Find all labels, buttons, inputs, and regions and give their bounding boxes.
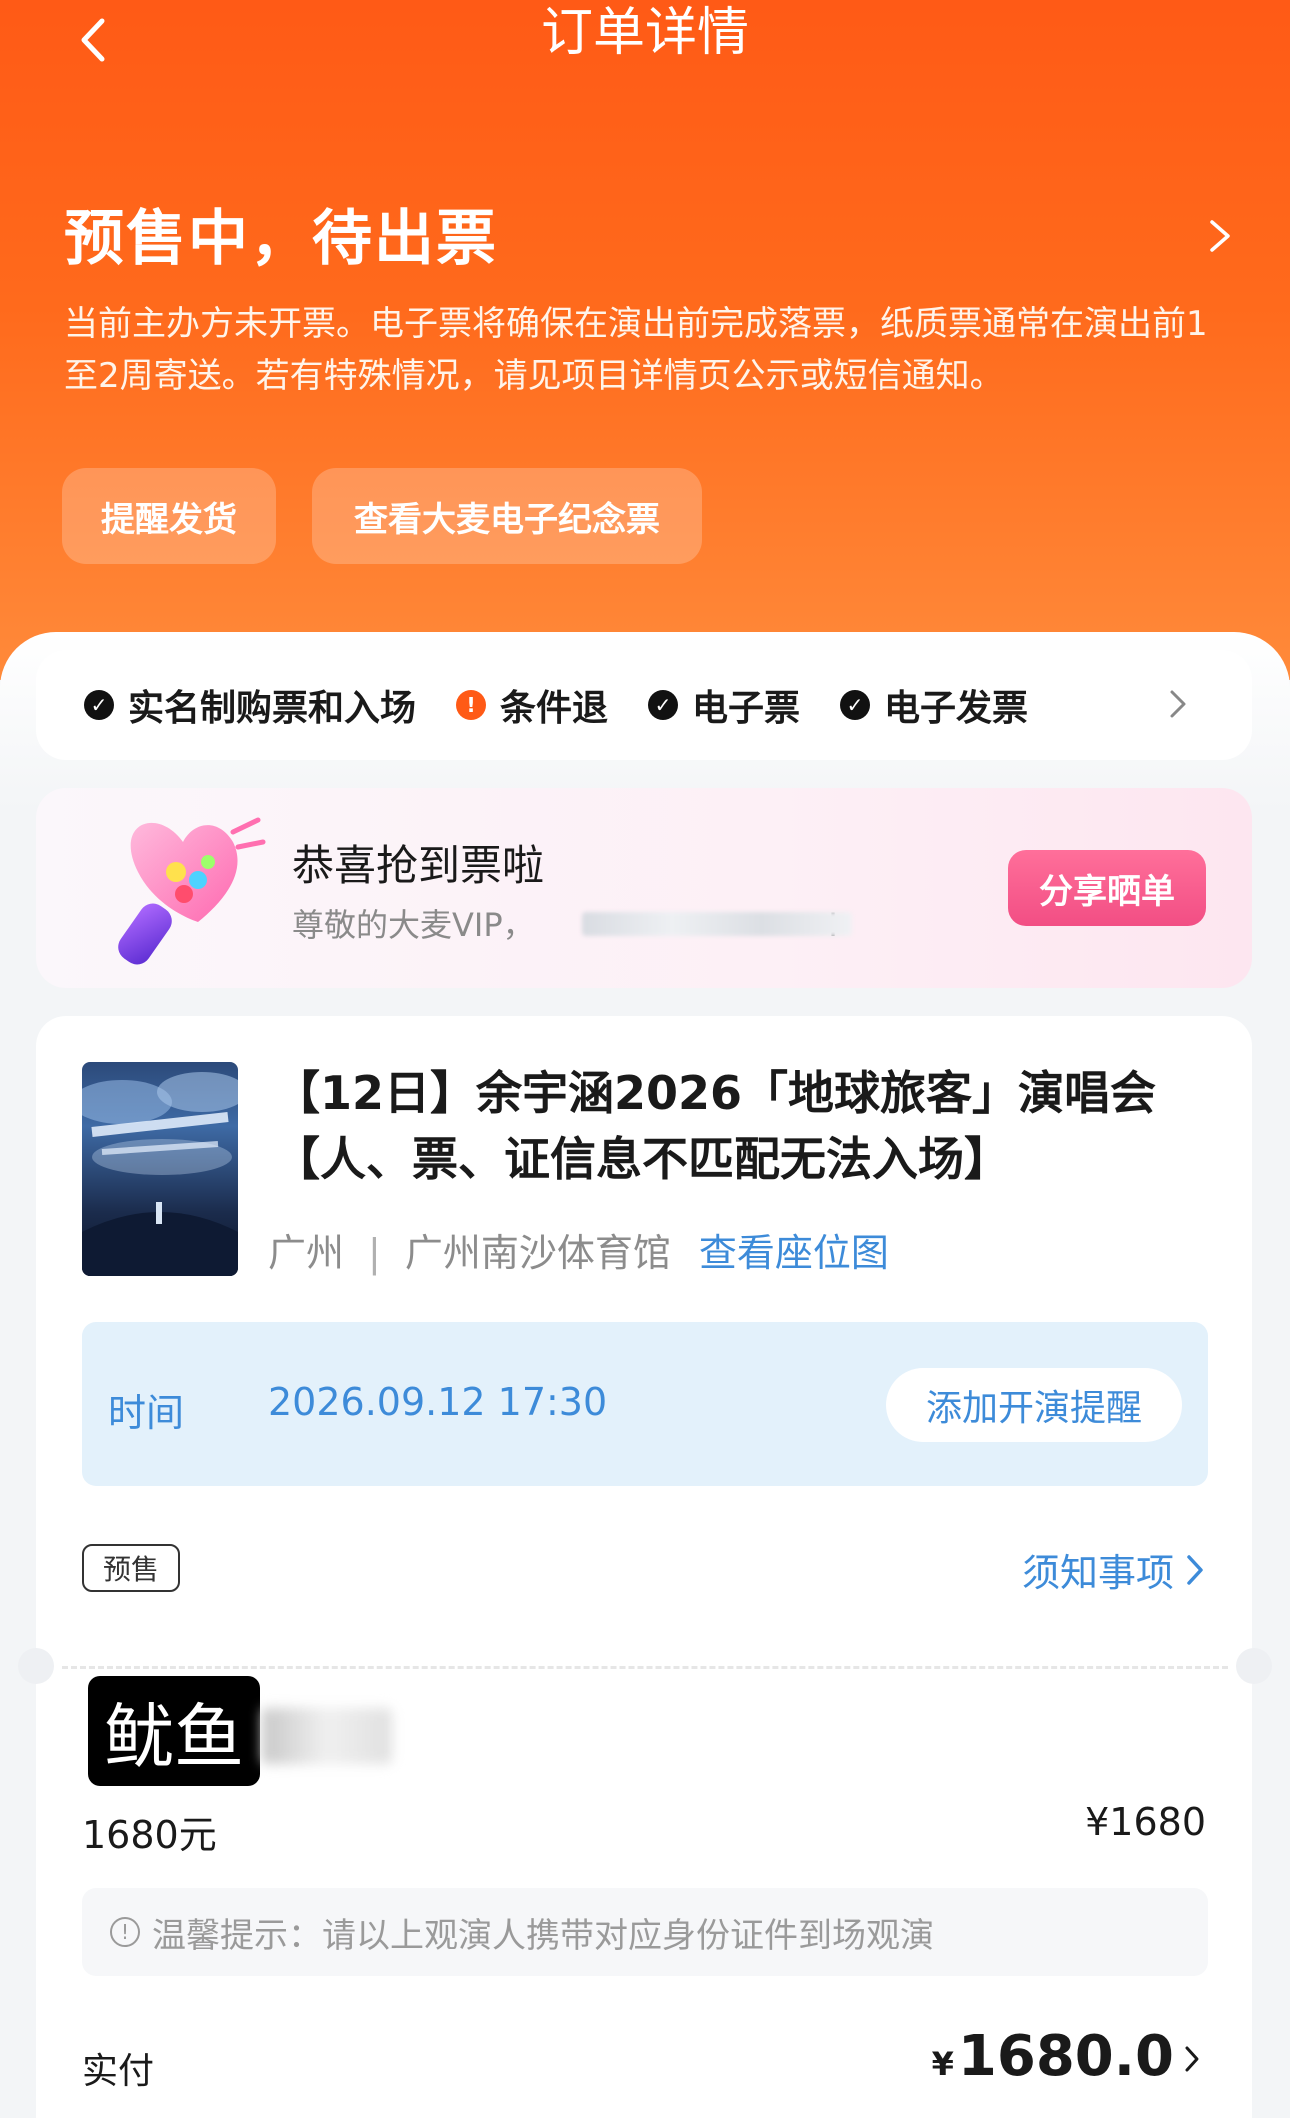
redacted-username [582, 912, 852, 936]
event-time: 2026.09.12 17:30 [268, 1380, 608, 1424]
info-icon: ! [110, 1917, 140, 1947]
paid-amount[interactable]: ¥ 1680.0 [932, 2024, 1202, 2089]
chevron-right-icon [1185, 2046, 1199, 2072]
notice-link[interactable]: 须知事项 [1022, 1542, 1206, 1597]
vip-congrats-card: 恭喜抢到票啦 尊敬的大麦VIP，! 分享晒单 [36, 788, 1252, 988]
seat-map-link[interactable]: 查看座位图 [699, 1231, 889, 1275]
ticket-notch-right [1236, 1648, 1272, 1684]
venue-line: 广州 | 广州南沙体育馆 查看座位图 [268, 1231, 889, 1275]
order-status-title[interactable]: 预售中，待出票 [64, 190, 498, 277]
ticket-notch-left [18, 1648, 54, 1684]
warm-tip: ! 温馨提示：请以上观演人携带对应身份证件到场观演 [82, 1888, 1208, 1976]
check-icon: ✓ [84, 690, 114, 720]
chevron-right-icon [1187, 1554, 1203, 1585]
time-label: 时间 [108, 1391, 185, 1435]
ticket-holder-name: 鱿鱼 [88, 1676, 260, 1786]
feature-conditional-refund: ! 条件退 [456, 679, 608, 731]
ticket-divider [62, 1666, 1228, 1669]
presale-badge: 预售 [82, 1544, 180, 1592]
feature-e-invoice: ✓ 电子发票 [840, 679, 1028, 731]
feature-e-ticket: ✓ 电子票 [648, 679, 800, 731]
event-venue: 广州南沙体育馆 [404, 1231, 671, 1275]
view-souvenir-ticket-button[interactable]: 查看大麦电子纪念票 [312, 468, 702, 564]
add-show-reminder-button[interactable]: 添加开演提醒 [886, 1368, 1182, 1442]
remind-shipping-button[interactable]: 提醒发货 [62, 468, 276, 564]
poster-art-icon [82, 1072, 238, 1276]
paid-label: 实付 [82, 2051, 155, 2092]
event-title[interactable]: 【12日】余宇涵2026「地球旅客」演唱会【人、票、证信息不匹配无法入场】 [274, 1060, 1204, 1192]
check-icon: ✓ [840, 690, 871, 720]
order-status-description: 当前主办方未开票。电子票将确保在演出前完成落票，纸质票通常在演出前1至2周寄送。… [64, 304, 1208, 396]
event-time-box: 时间 2026.09.12 17:30 添加开演提醒 [82, 1322, 1208, 1486]
ticket-tier-price: 1680元 [82, 1813, 217, 1857]
chevron-right-icon[interactable] [1200, 216, 1240, 256]
warm-tip-text: 温馨提示：请以上观演人携带对应身份证件到场观演 [152, 1915, 934, 1956]
ticket-features-bar[interactable]: ✓ 实名制购票和入场 ! 条件退 ✓ 电子票 ✓ 电子发票 [36, 650, 1252, 760]
ticket-amount: ¥1680 [1085, 1800, 1206, 1844]
light-stick-icon [118, 817, 266, 965]
redacted-holder-info [262, 1708, 392, 1764]
event-city: 广州 [268, 1231, 345, 1275]
check-icon: ✓ [648, 690, 679, 720]
vip-title: 恭喜抢到票啦 [292, 841, 545, 890]
feature-real-name: ✓ 实名制购票和入场 [84, 679, 416, 731]
chevron-right-icon [1170, 690, 1186, 718]
warning-icon: ! [456, 690, 487, 720]
page-title: 订单详情 [540, 3, 749, 63]
event-poster[interactable] [82, 1062, 238, 1276]
share-order-button[interactable]: 分享晒单 [1008, 850, 1206, 926]
